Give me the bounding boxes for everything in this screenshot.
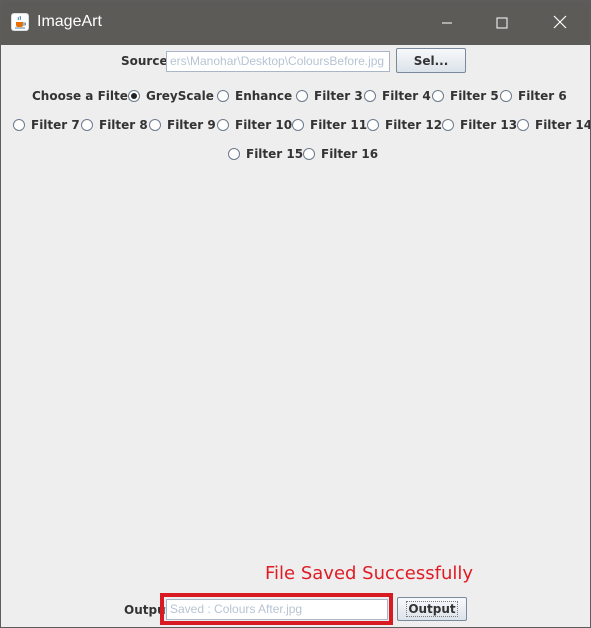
radio-indicator [217,119,229,131]
radio-label: Filter 11 [310,118,368,132]
radio-label: GreyScale [146,89,214,103]
window-title: ImageArt [37,13,102,30]
output-button-label: Output [406,601,458,617]
close-button[interactable] [537,1,583,45]
radio-label: Filter 5 [450,89,499,103]
maximize-button[interactable] [479,1,525,45]
radio-indicator [296,90,308,102]
radio-indicator [432,90,444,102]
radio-label: Filter 4 [382,89,431,103]
minimize-button[interactable] [424,1,470,45]
radio-filter-14[interactable]: Filter 14 [517,117,591,133]
save-status-message: File Saved Successfully [265,563,474,584]
radio-indicator [517,119,529,131]
radio-filter-5[interactable]: Filter 5 [432,88,499,104]
radio-label: Filter 8 [99,118,148,132]
radio-filter-10[interactable]: Filter 10 [217,117,292,133]
radio-greyscale[interactable]: GreyScale [128,88,214,104]
radio-indicator [228,148,240,160]
radio-filter-12[interactable]: Filter 12 [367,117,442,133]
select-source-button[interactable]: Sel... [396,48,466,73]
radio-label: Filter 16 [321,147,379,161]
radio-indicator [13,119,25,131]
radio-indicator [292,119,304,131]
radio-indicator [500,90,512,102]
maximize-icon [496,14,508,33]
radio-label: Filter 7 [31,118,80,132]
radio-filter-9[interactable]: Filter 9 [149,117,216,133]
source-path-field[interactable]: ers\Manohar\Desktop\ColoursBefore.jpg [166,51,390,72]
radio-enhance[interactable]: Enhance [217,88,292,104]
radio-indicator [364,90,376,102]
radio-filter-11[interactable]: Filter 11 [292,117,367,133]
output-button[interactable]: Output [397,597,467,621]
radio-label: Filter 3 [314,89,363,103]
minimize-icon [441,14,453,33]
radio-indicator [149,119,161,131]
radio-filter-4[interactable]: Filter 4 [364,88,431,104]
source-label: Source [121,54,168,68]
radio-indicator [217,90,229,102]
filter-label: Choose a Filter [32,89,134,103]
java-cup-icon [11,13,29,31]
radio-filter-8[interactable]: Filter 8 [81,117,148,133]
radio-indicator [442,119,454,131]
radio-label: Filter 10 [235,118,293,132]
radio-label: Filter 12 [385,118,443,132]
radio-label: Filter 6 [518,89,567,103]
output-highlight-annotation [160,593,393,625]
radio-indicator [81,119,93,131]
radio-indicator [128,90,140,102]
radio-filter-7[interactable]: Filter 7 [13,117,80,133]
close-icon [553,14,567,33]
radio-label: Filter 14 [535,118,591,132]
app-window: ImageArt Source ers\Manohar\Desktop\Colo… [0,0,591,628]
radio-label: Enhance [235,89,293,103]
radio-label: Filter 15 [246,147,304,161]
radio-label: Filter 9 [167,118,216,132]
radio-label: Filter 13 [460,118,518,132]
radio-indicator [367,119,379,131]
title-bar[interactable]: ImageArt [1,1,590,45]
select-source-button-label: Sel... [413,53,449,68]
radio-filter-6[interactable]: Filter 6 [500,88,567,104]
radio-indicator [303,148,315,160]
radio-filter-3[interactable]: Filter 3 [296,88,363,104]
radio-filter-16[interactable]: Filter 16 [303,146,378,162]
radio-filter-13[interactable]: Filter 13 [442,117,517,133]
radio-filter-15[interactable]: Filter 15 [228,146,303,162]
